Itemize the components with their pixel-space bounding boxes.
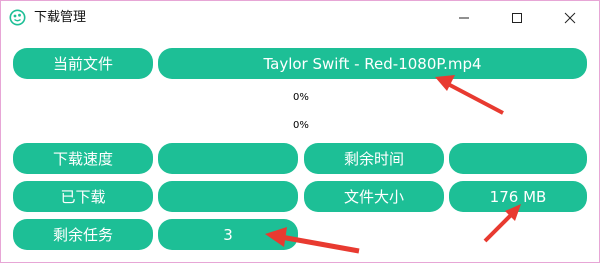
minimize-button[interactable] — [441, 1, 487, 35]
progress-1-text: 0% — [293, 92, 309, 103]
title-bar[interactable]: 下载管理 — [1, 1, 599, 35]
minimize-icon — [459, 17, 469, 19]
current-file-value: Taylor Swift - Red-1080P.mp4 — [158, 48, 587, 79]
remaining-tasks-value: 3 — [158, 219, 298, 250]
remaining-time-value — [449, 143, 587, 174]
downloaded-value — [158, 181, 298, 212]
window-title: 下载管理 — [34, 10, 87, 25]
remaining-tasks-label: 剩余任务 — [13, 219, 153, 250]
close-button[interactable] — [547, 1, 593, 35]
arrow-to-filename — [435, 75, 504, 115]
progress-2-text: 0% — [293, 120, 309, 131]
close-icon — [564, 12, 576, 24]
file-size-label: 文件大小 — [304, 181, 444, 212]
downloaded-label: 已下载 — [13, 181, 153, 212]
current-file-label: 当前文件 — [13, 48, 153, 79]
download-speed-value — [158, 143, 298, 174]
download-manager-window: 下载管理 当前文件 Taylor Swift - Red-1080P.mp4 0… — [0, 0, 600, 263]
maximize-icon — [512, 13, 522, 23]
download-speed-label: 下载速度 — [13, 143, 153, 174]
download-manager-icon — [9, 9, 26, 26]
remaining-time-label: 剩余时间 — [304, 143, 444, 174]
maximize-button[interactable] — [494, 1, 540, 35]
file-size-value: 176 MB — [449, 181, 587, 212]
